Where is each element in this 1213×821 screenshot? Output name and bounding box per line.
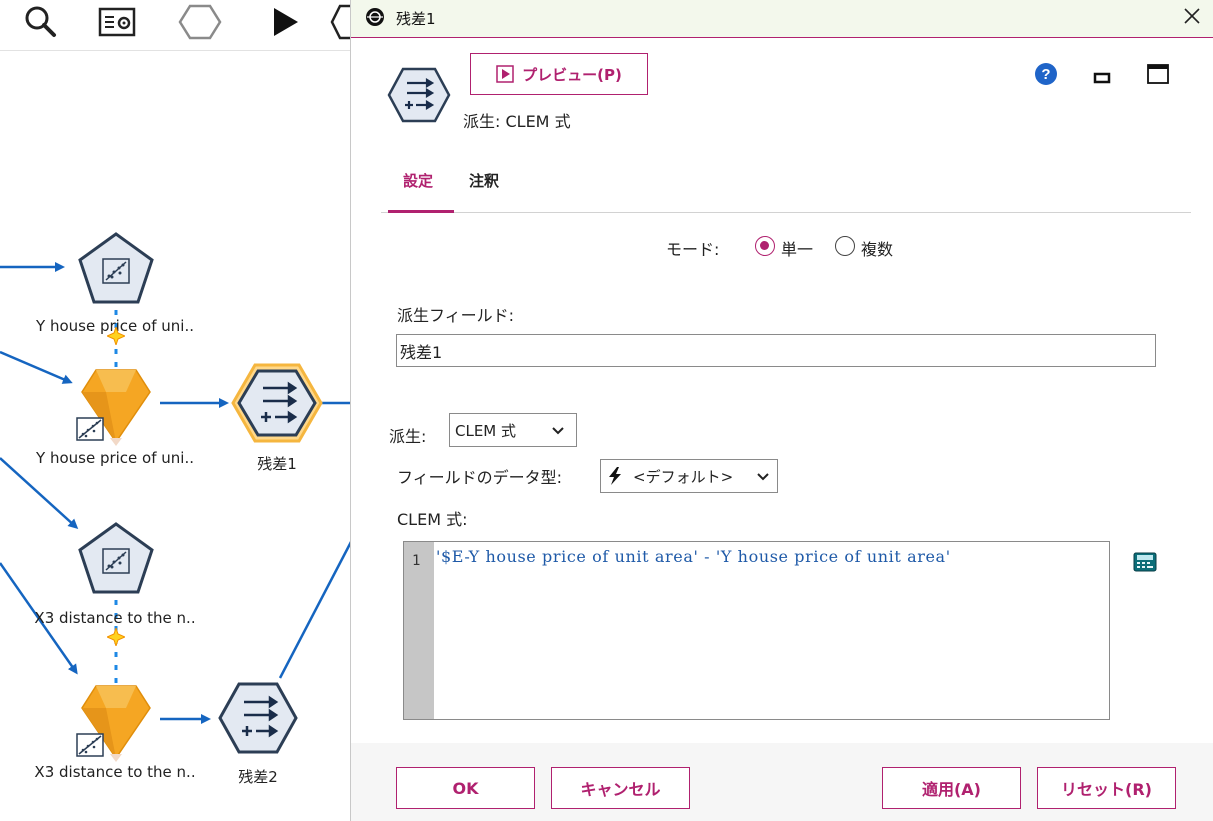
app-logo-icon	[366, 8, 384, 26]
svg-text:?: ?	[1041, 66, 1050, 83]
apply-button[interactable]: 適用(A)	[882, 767, 1021, 809]
preview-button[interactable]: プレビュー(P)	[470, 53, 648, 95]
node-label: X3 distance to the n..	[34, 763, 196, 781]
derive-as-select[interactable]: CLEM 式	[449, 413, 577, 447]
cancel-button[interactable]: キャンセル	[551, 767, 690, 809]
derive-node-residual2[interactable]	[218, 682, 298, 758]
tab-settings[interactable]: 設定	[403, 170, 433, 191]
chevron-down-icon	[757, 473, 769, 481]
derive-field-label: 派生フィールド:	[397, 306, 515, 325]
node-label: 残差1	[257, 455, 297, 473]
node-label: 残差2	[238, 768, 278, 786]
derive-node-dialog: 残差1 プレビュー(P) 派生: CLEM 式 ? 設定 注釈 モード: 単一 …	[350, 0, 1213, 821]
close-icon[interactable]	[1180, 4, 1204, 28]
play-icon	[496, 65, 514, 83]
clem-expression-editor[interactable]: 1 '$E-Y house price of unit area' - 'Y h…	[403, 541, 1110, 720]
link-sparkle-icon	[107, 628, 125, 646]
minimize-icon[interactable]	[1093, 70, 1111, 84]
lightning-icon	[609, 467, 621, 485]
node-type-label: 派生: CLEM 式	[463, 112, 571, 131]
reset-button[interactable]: リセット(R)	[1037, 767, 1176, 809]
line-number: 1	[412, 553, 421, 569]
dialog-tabs: 設定 注釈	[381, 160, 1191, 213]
mode-multiple-radio[interactable]	[835, 236, 855, 256]
clem-expression-code[interactable]: '$E-Y house price of unit area' - 'Y hou…	[436, 547, 951, 566]
preview-label: プレビュー(P)	[522, 65, 622, 84]
stream-canvas[interactable]: Y house price of uni.. Y house price of …	[0, 0, 352, 821]
dialog-titlebar[interactable]: 残差1	[351, 0, 1213, 38]
help-icon[interactable]: ?	[1034, 62, 1058, 86]
clem-label: CLEM 式:	[397, 510, 468, 529]
chevron-down-icon	[552, 427, 564, 435]
expression-builder-icon[interactable]	[1133, 552, 1157, 572]
mode-single-label[interactable]: 単一	[781, 236, 813, 260]
dialog-title: 残差1	[396, 10, 436, 28]
field-type-value: <デフォルト>	[633, 467, 734, 486]
derive-as-label: 派生:	[389, 427, 427, 446]
plot-node-x3-distance[interactable]	[76, 522, 156, 598]
mode-label: モード:	[666, 240, 720, 259]
plot-node-y-house-price[interactable]	[76, 232, 156, 308]
derive-node-residual1[interactable]	[231, 363, 323, 447]
active-tab-indicator	[388, 210, 454, 213]
tab-annotations[interactable]: 注釈	[469, 170, 499, 191]
field-type-select[interactable]: <デフォルト>	[600, 459, 778, 493]
mode-single-radio[interactable]	[755, 236, 775, 256]
field-type-label: フィールドのデータ型:	[397, 468, 563, 487]
node-label: X3 distance to the n..	[34, 609, 196, 627]
ok-button[interactable]: OK	[396, 767, 535, 809]
derive-as-value: CLEM 式	[455, 421, 517, 440]
scatter-plot-icon	[76, 417, 104, 441]
scatter-plot-icon	[76, 733, 104, 757]
mode-multiple-label[interactable]: 複数	[861, 236, 893, 260]
derive-node-icon	[387, 67, 451, 127]
node-label: Y house price of uni..	[36, 449, 194, 467]
link-sparkle-icon	[107, 327, 125, 345]
maximize-icon[interactable]	[1147, 64, 1169, 84]
derive-field-input[interactable]	[396, 334, 1156, 367]
